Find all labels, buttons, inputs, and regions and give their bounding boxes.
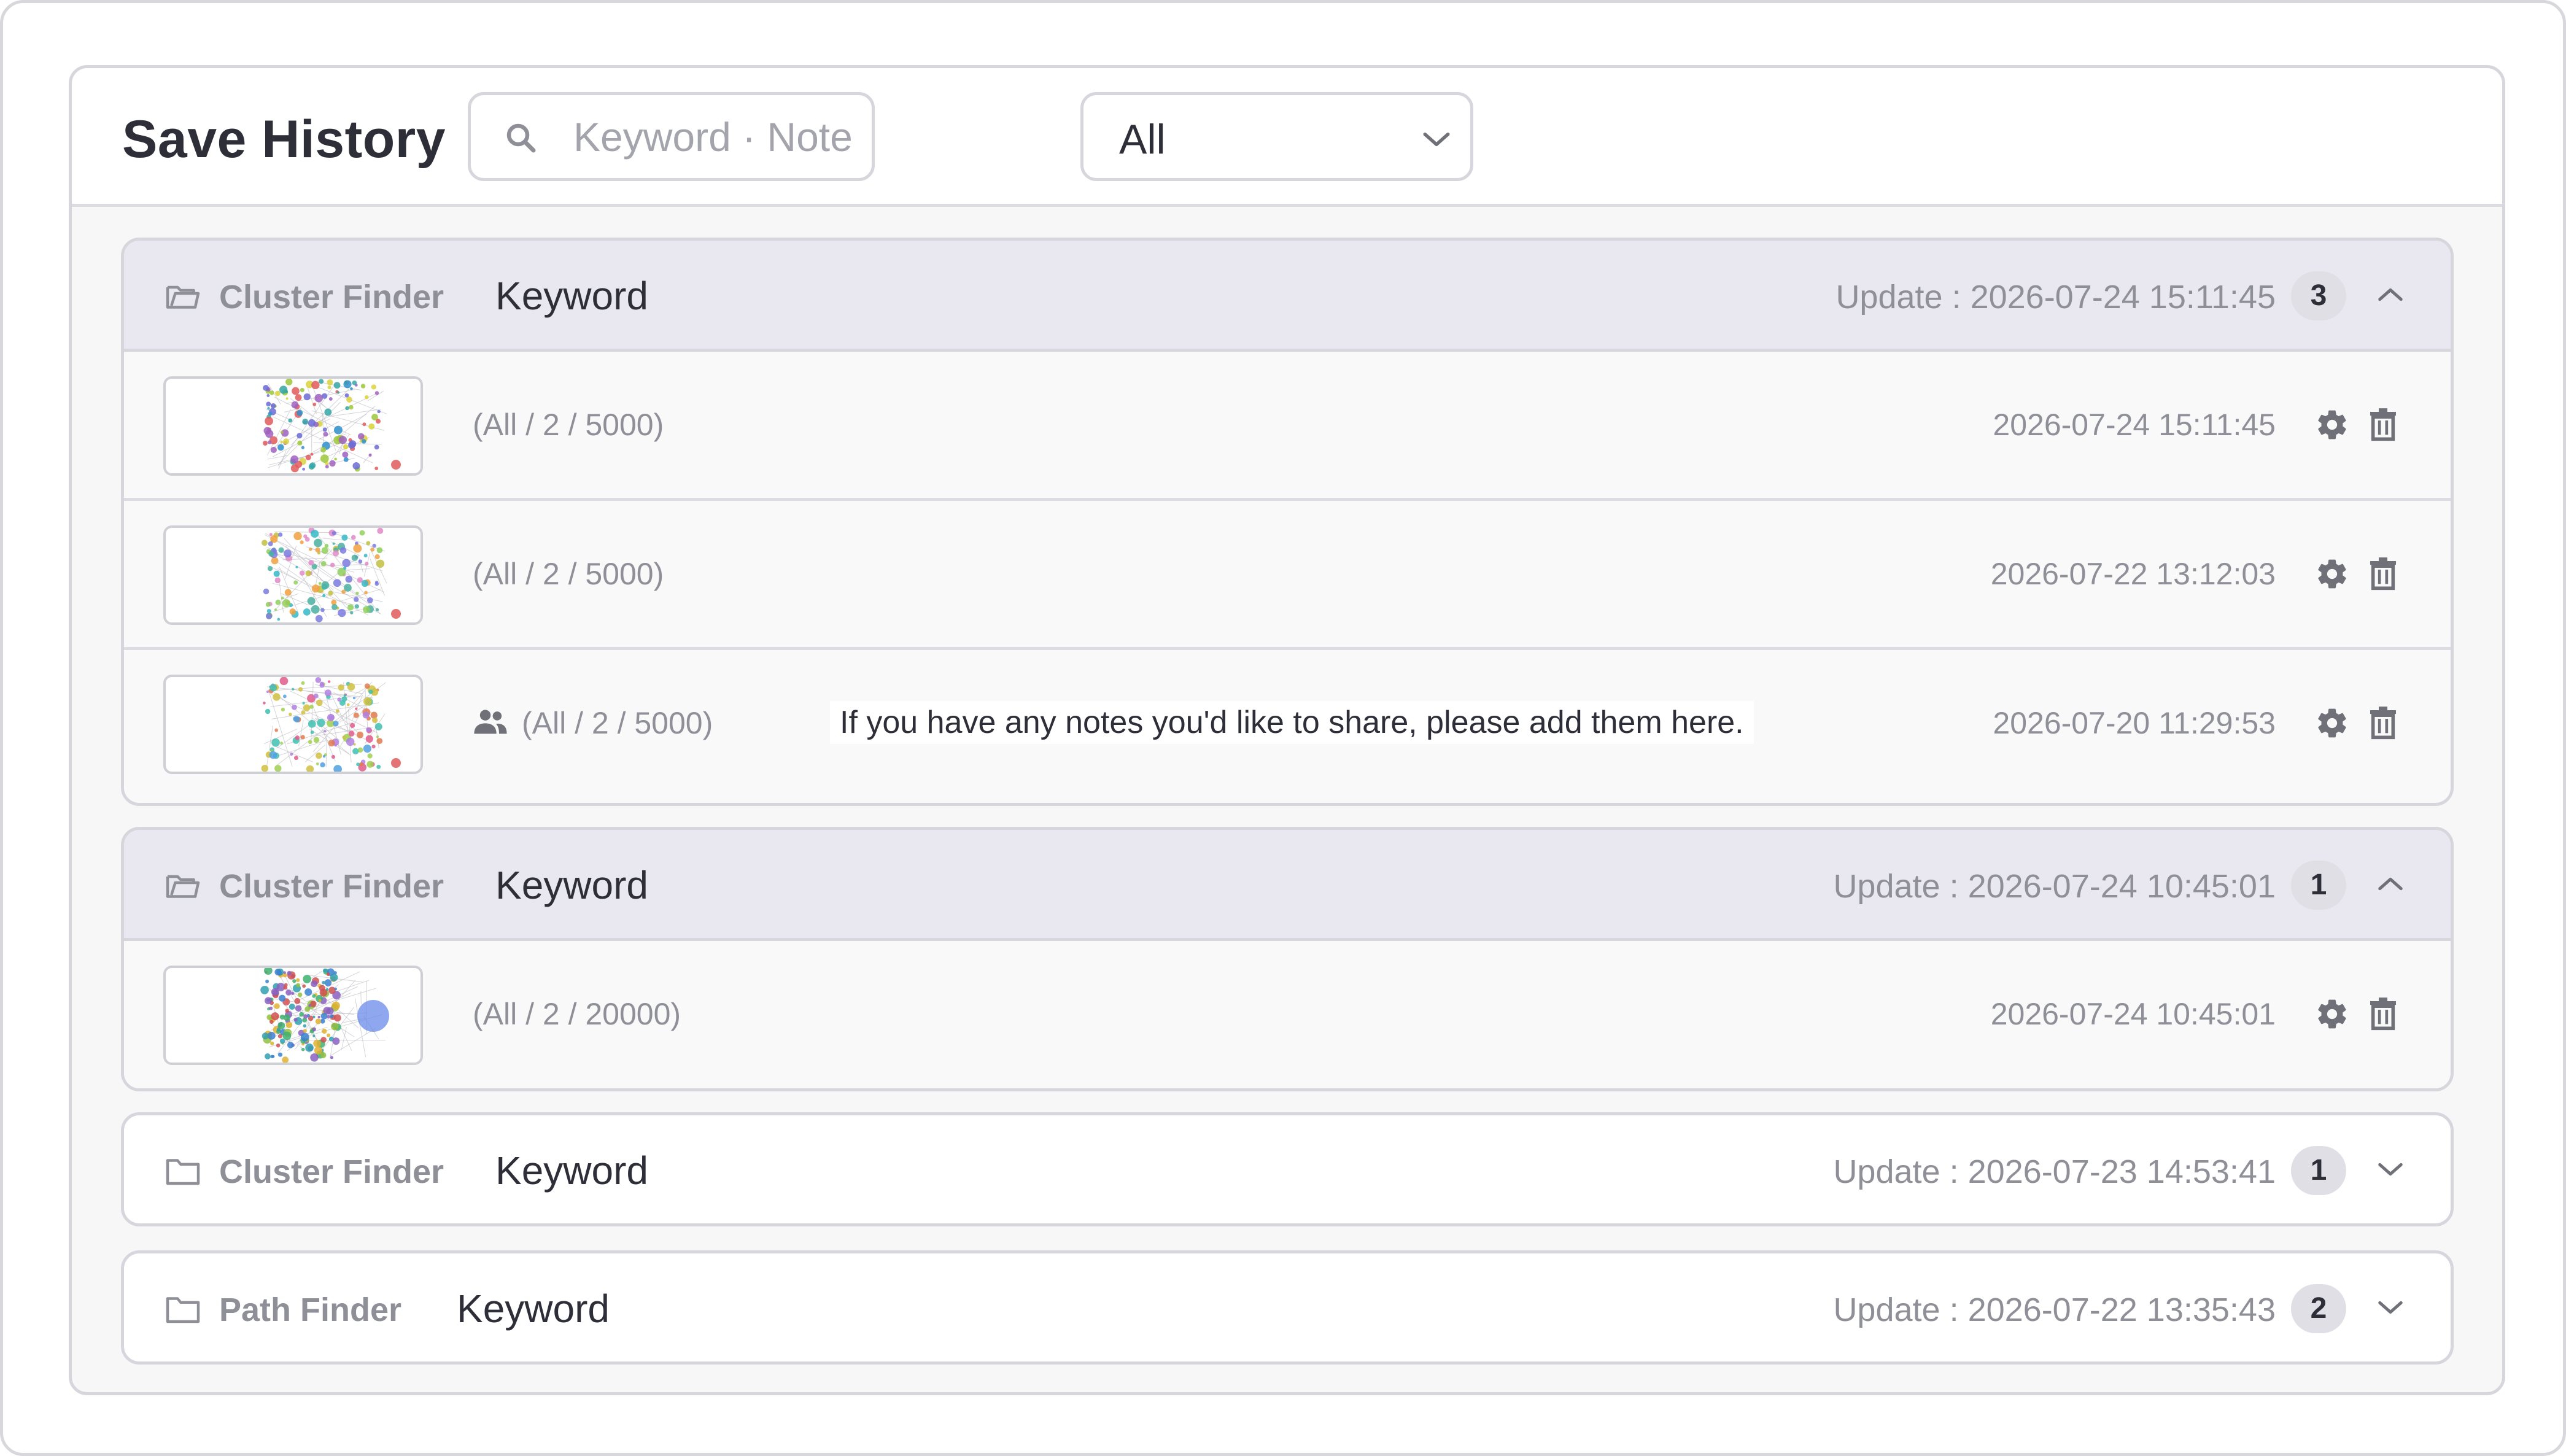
history-group: Cluster Finder Keyword Update : 2026-07-…: [121, 827, 2454, 1091]
history-group: Path Finder Keyword Update : 2026-07-22 …: [121, 1250, 2454, 1365]
folder-open-icon: [166, 875, 200, 898]
group-type: Cluster Finder: [219, 279, 444, 316]
gear-icon[interactable]: [2315, 557, 2349, 591]
network-graph-preview: [260, 968, 389, 1063]
history-group: Cluster Finder Keyword Update : 2026-07-…: [121, 238, 2454, 806]
chevron-down-icon[interactable]: [2376, 1158, 2405, 1180]
entry-date: 2026-07-24 15:11:45: [1993, 408, 2276, 442]
shared-users-icon: [474, 710, 507, 734]
history-entry[interactable]: (All / 2 / 20000) 2026-07-24 10:45:01: [124, 941, 2451, 1088]
entry-date: 2026-07-24 10:45:01: [1990, 997, 2276, 1031]
count-badge: 3: [2291, 271, 2346, 320]
entry-settings-summary: (All / 2 / 5000): [522, 706, 713, 740]
chevron-up-icon[interactable]: [2376, 873, 2405, 895]
group-update-time: Update : 2026-07-22 13:35:43: [1833, 1291, 2276, 1328]
folder-open-icon: [166, 285, 200, 309]
trash-icon[interactable]: [2368, 557, 2398, 591]
page-title: Save History: [122, 110, 446, 169]
group-header[interactable]: Path Finder Keyword Update : 2026-07-22 …: [124, 1253, 2451, 1361]
count-badge: 2: [2291, 1284, 2346, 1333]
entry-note[interactable]: If you have any notes you'd like to shar…: [830, 701, 1754, 744]
chevron-down-icon: [1423, 132, 1450, 147]
group-update-time: Update : 2026-07-24 10:45:01: [1833, 868, 2276, 905]
group-update-time: Update : 2026-07-23 14:53:41: [1833, 1153, 2276, 1190]
group-header[interactable]: Cluster Finder Keyword Update : 2026-07-…: [124, 241, 2451, 352]
entry-date: 2026-07-20 11:29:53: [1993, 706, 2276, 740]
filter-select[interactable]: All: [1080, 92, 1473, 181]
search-box[interactable]: [468, 92, 875, 181]
search-input[interactable]: [572, 109, 861, 165]
network-thumbnail[interactable]: [163, 525, 423, 625]
entry-settings-summary: (All / 2 / 20000): [473, 997, 681, 1031]
count-badge: 1: [2291, 1146, 2346, 1195]
save-history-panel: Save History All: [69, 65, 2505, 1395]
folder-icon: [166, 1297, 200, 1323]
network-graph-preview: [262, 379, 401, 473]
search-icon: [506, 123, 536, 153]
gear-icon[interactable]: [2315, 997, 2349, 1031]
entry-settings-summary: (All / 2 / 5000): [473, 408, 664, 442]
history-group: Cluster Finder Keyword Update : 2026-07-…: [121, 1112, 2454, 1226]
group-update-time: Update : 2026-07-24 15:11:45: [1835, 279, 2276, 316]
network-graph-preview: [261, 677, 401, 772]
count-badge: 1: [2291, 861, 2346, 910]
network-thumbnail[interactable]: [163, 675, 423, 774]
history-entry[interactable]: (All / 2 / 5000) 2026-07-22 13:12:03: [124, 501, 2451, 650]
chevron-down-icon[interactable]: [2376, 1296, 2405, 1319]
history-entry[interactable]: (All / 2 / 5000) If you have any notes y…: [124, 650, 2451, 799]
gear-icon[interactable]: [2315, 706, 2349, 740]
history-entry[interactable]: (All / 2 / 5000) 2026-07-24 15:11:45: [124, 352, 2451, 501]
group-type: Cluster Finder: [219, 868, 444, 905]
group-header[interactable]: Cluster Finder Keyword Update : 2026-07-…: [124, 1115, 2451, 1223]
group-header[interactable]: Cluster Finder Keyword Update : 2026-07-…: [124, 830, 2451, 941]
trash-icon[interactable]: [2368, 706, 2398, 740]
filter-selected-value: All: [1119, 116, 1166, 163]
group-keyword: Keyword: [495, 1148, 648, 1193]
group-keyword: Keyword: [495, 863, 648, 907]
group-type: Cluster Finder: [219, 1153, 444, 1190]
group-type: Path Finder: [219, 1291, 402, 1328]
network-graph-preview: [262, 528, 401, 622]
group-keyword: Keyword: [457, 1287, 610, 1331]
entry-settings-summary: (All / 2 / 5000): [473, 557, 664, 591]
panel-header: Save History All: [72, 68, 2502, 207]
network-thumbnail[interactable]: [163, 376, 423, 476]
group-keyword: Keyword: [495, 274, 648, 318]
entry-date: 2026-07-22 13:12:03: [1990, 557, 2276, 591]
network-thumbnail[interactable]: [163, 966, 423, 1065]
trash-icon[interactable]: [2368, 408, 2398, 442]
folder-icon: [166, 1159, 200, 1185]
page-frame: Save History All: [0, 0, 2566, 1456]
chevron-up-icon[interactable]: [2376, 284, 2405, 306]
gear-icon[interactable]: [2315, 408, 2349, 442]
trash-icon[interactable]: [2368, 997, 2398, 1031]
